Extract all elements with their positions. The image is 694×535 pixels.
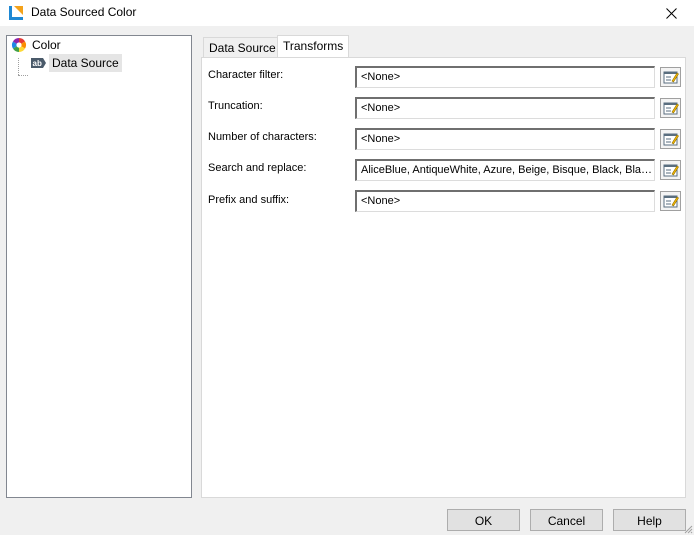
ok-button[interactable]: OK — [447, 509, 520, 531]
search-and-replace-edit-button[interactable] — [660, 160, 681, 180]
truncation-field[interactable]: <None> — [355, 97, 655, 119]
tree-item-color[interactable]: Color — [11, 36, 64, 54]
tree-item-label: Color — [32, 38, 61, 52]
app-icon — [8, 5, 24, 21]
number-of-characters-edit-button[interactable] — [660, 129, 681, 149]
tree-item-data-source[interactable]: ab Data Source — [30, 54, 122, 72]
edit-properties-icon — [663, 164, 679, 177]
prefix-and-suffix-field[interactable]: <None> — [355, 190, 655, 212]
edit-properties-icon — [663, 102, 679, 115]
svg-text:ab: ab — [33, 59, 42, 68]
tree-connector — [18, 58, 19, 75]
character-filter-edit-button[interactable] — [660, 67, 681, 87]
transforms-panel — [201, 57, 686, 498]
tree-view[interactable]: Color ab Data Source — [6, 35, 192, 498]
search-and-replace-label: Search and replace: — [208, 162, 307, 174]
tree-connector — [18, 75, 28, 76]
number-of-characters-label: Number of characters: — [208, 131, 317, 143]
tree-item-label: Data Source — [49, 54, 122, 72]
close-button[interactable] — [648, 0, 694, 26]
cancel-button[interactable]: Cancel — [530, 509, 603, 531]
close-icon — [665, 7, 677, 19]
prefix-and-suffix-edit-button[interactable] — [660, 191, 681, 211]
text-data-source-icon: ab — [31, 58, 46, 68]
edit-properties-icon — [663, 71, 679, 84]
title-bar: Data Sourced Color — [0, 0, 694, 26]
resize-grip-icon[interactable] — [683, 524, 693, 534]
search-and-replace-field[interactable]: AliceBlue, AntiqueWhite, Azure, Beige, B… — [355, 159, 655, 181]
prefix-and-suffix-label: Prefix and suffix: — [208, 194, 290, 206]
number-of-characters-field[interactable]: <None> — [355, 128, 655, 150]
character-filter-label: Character filter: — [208, 69, 284, 81]
window-title: Data Sourced Color — [31, 5, 137, 19]
help-button[interactable]: Help — [613, 509, 686, 531]
tab-data-source[interactable]: Data Source — [203, 37, 282, 57]
tab-transforms[interactable]: Transforms — [277, 35, 350, 57]
truncation-edit-button[interactable] — [660, 98, 681, 118]
color-wheel-icon — [12, 38, 26, 52]
edit-properties-icon — [663, 133, 679, 146]
character-filter-field[interactable]: <None> — [355, 66, 655, 88]
truncation-label: Truncation: — [208, 100, 263, 112]
edit-properties-icon — [663, 195, 679, 208]
